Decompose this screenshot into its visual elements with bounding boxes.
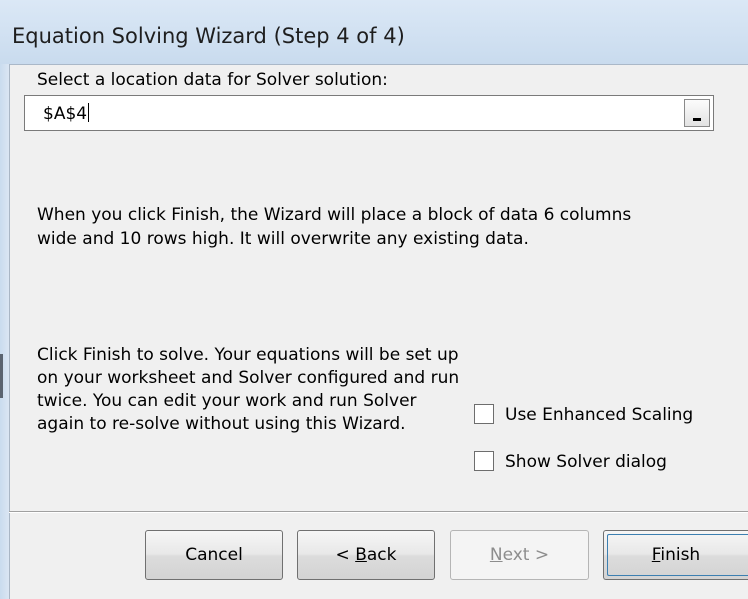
equation-solving-wizard-dialog: Equation Solving Wizard (Step 4 of 4) Se… [0,0,748,599]
title-bar[interactable]: Equation Solving Wizard (Step 4 of 4) [0,0,748,65]
overwrite-info-text: When you click Finish, the Wizard will p… [37,205,632,249]
back-button-prefix: < [335,545,356,565]
next-button-label-rest: ext > [502,545,550,565]
text-caret [88,103,90,122]
back-button[interactable]: < Back [297,530,435,580]
solution-location-value[interactable]: $A$4 [43,103,90,124]
location-prompt-label: Select a location data for Solver soluti… [37,70,388,90]
enhanced-scaling-label[interactable]: Use Enhanced Scaling [505,405,693,425]
window-title: Equation Solving Wizard (Step 4 of 4) [12,24,405,48]
next-button[interactable]: Next > [450,530,589,580]
back-button-label-rest: ack [366,545,397,565]
finish-instructions-text: Click Finish to solve. Your equations wi… [37,345,460,434]
enhanced-scaling-checkbox[interactable] [474,404,494,424]
window-left-border [0,64,10,599]
default-button-focus-ring [607,534,748,576]
button-area-separator [9,511,748,513]
finish-button[interactable]: Finish [603,530,748,580]
back-button-mnemonic: B [355,545,367,565]
range-collapse-button[interactable] [684,99,710,127]
solution-location-input[interactable]: $A$4 [24,95,714,131]
show-solver-dialog-label[interactable]: Show Solver dialog [505,452,667,472]
cancel-button[interactable]: Cancel [145,530,283,580]
show-solver-dialog-checkbox[interactable] [474,451,494,471]
next-button-mnemonic: N [489,545,503,565]
